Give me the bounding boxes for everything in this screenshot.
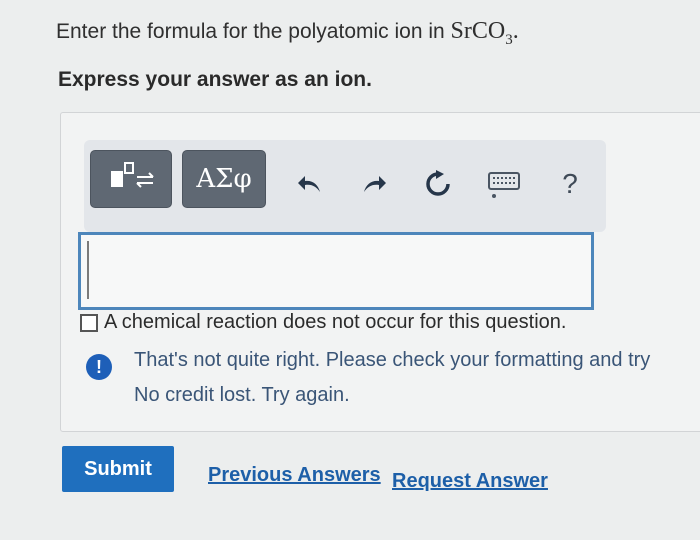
instruction-text: Express your answer as an ion. <box>58 68 372 91</box>
request-answer-link[interactable]: Request Answer <box>392 470 548 493</box>
help-button[interactable]: ? <box>552 166 588 202</box>
redo-icon[interactable] <box>356 166 392 202</box>
question-prompt: Enter the formula for the polyatomic ion… <box>56 18 519 49</box>
feedback-sub-message: No credit lost. Try again. <box>134 384 350 406</box>
reset-icon[interactable] <box>420 166 456 202</box>
keyboard-icon[interactable] <box>484 166 524 202</box>
alert-icon: ! <box>86 354 112 380</box>
no-reaction-checkbox[interactable] <box>80 313 98 332</box>
no-reaction-label: A chemical reaction does not occur for t… <box>104 311 567 333</box>
prompt-text: Enter the formula for the polyatomic ion… <box>56 20 451 43</box>
feedback-message: That's not quite right. Please check you… <box>134 349 651 371</box>
text-cursor <box>87 241 89 299</box>
undo-icon[interactable] <box>292 166 328 202</box>
greek-symbols-button[interactable]: ΑΣφ <box>182 150 266 208</box>
answer-input[interactable] <box>78 232 594 310</box>
template-button[interactable] <box>90 150 172 208</box>
no-reaction-option[interactable]: A chemical reaction does not occur for t… <box>80 311 566 334</box>
formula: SrCO3. <box>450 18 519 48</box>
previous-answers-link[interactable]: Previous Answers <box>208 464 381 487</box>
submit-button[interactable]: Submit <box>62 446 174 492</box>
template-symbol-icon <box>111 162 154 188</box>
